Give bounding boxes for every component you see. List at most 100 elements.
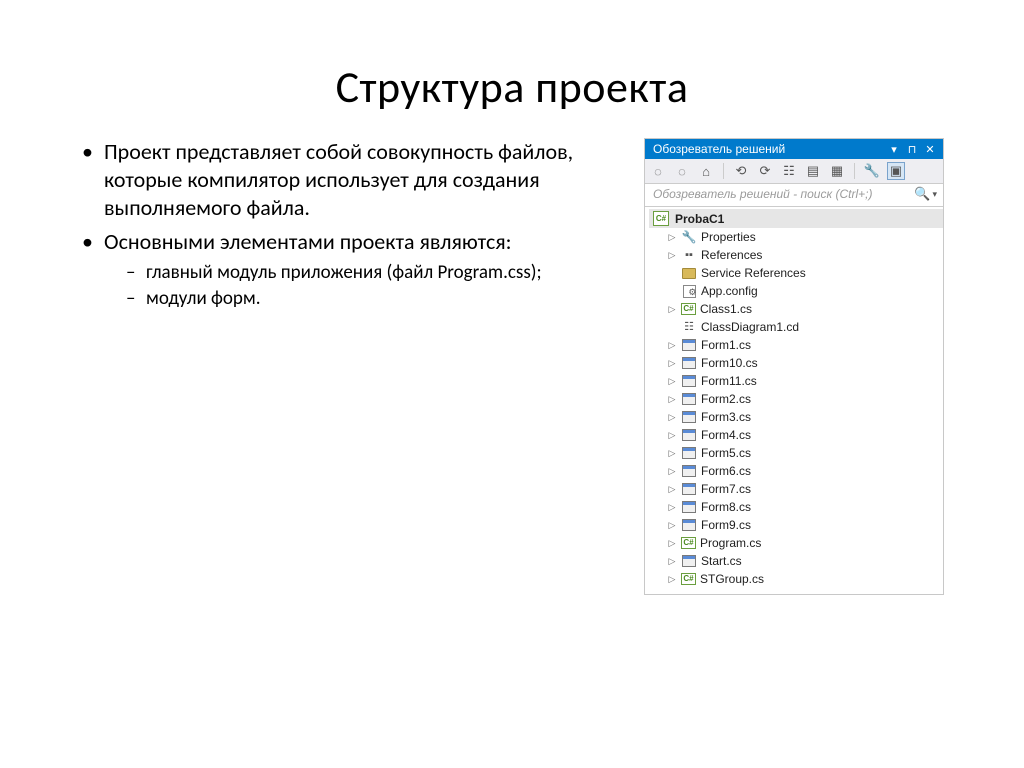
item-label: Start.cs xyxy=(701,553,742,569)
solution-explorer-panel: Обозреватель решений ▾ ⊓ ✕ ◌ ◌ ⌂ ⟲ ⟳ ☷ ▤ xyxy=(644,138,944,595)
chevron-right-icon[interactable]: ▷ xyxy=(667,556,677,566)
cs-file-icon: C# xyxy=(681,573,696,585)
view-icon[interactable]: ▦ xyxy=(828,162,846,180)
item-label: Form7.cs xyxy=(701,481,751,497)
form-icon xyxy=(681,428,697,443)
chevron-right-icon[interactable]: ▷ xyxy=(667,232,677,242)
search-dropdown-icon[interactable]: ▾ xyxy=(932,189,937,200)
tree-item-program[interactable]: ▷ C# Program.cs xyxy=(649,534,943,552)
form-icon xyxy=(681,482,697,497)
sync-icon[interactable]: ⟲ xyxy=(732,162,750,180)
tree-item-service-references[interactable]: Service References xyxy=(649,264,943,282)
project-name: ProbaC1 xyxy=(675,212,724,226)
expander-blank xyxy=(667,268,677,278)
item-label: Form10.cs xyxy=(701,355,758,371)
chevron-right-icon[interactable]: ▷ xyxy=(667,502,677,512)
bullet-1: Проект представляет собой совокупность ф… xyxy=(80,138,634,222)
tree-item-form1[interactable]: ▷ Form1.cs xyxy=(649,336,943,354)
tree-item-stgroup[interactable]: ▷ C# STGroup.cs xyxy=(649,570,943,588)
tree-item-form8[interactable]: ▷ Form8.cs xyxy=(649,498,943,516)
item-label: App.config xyxy=(701,283,758,299)
chevron-right-icon[interactable]: ▷ xyxy=(667,520,677,530)
tree-item-form9[interactable]: ▷ Form9.cs xyxy=(649,516,943,534)
tree-item-start[interactable]: ▷ Start.cs xyxy=(649,552,943,570)
collapse-icon[interactable]: ☷ xyxy=(780,162,798,180)
close-icon[interactable]: ✕ xyxy=(923,142,937,156)
item-label: Properties xyxy=(701,229,756,245)
toolbar-separator xyxy=(854,163,855,179)
tree-item-form6[interactable]: ▷ Form6.cs xyxy=(649,462,943,480)
tree-item-form11[interactable]: ▷ Form11.cs xyxy=(649,372,943,390)
panel-toolbar: ◌ ◌ ⌂ ⟲ ⟳ ☷ ▤ ▦ 🔧 ▣ xyxy=(645,159,943,184)
item-label: Form9.cs xyxy=(701,517,751,533)
chevron-right-icon[interactable]: ▷ xyxy=(667,412,677,422)
item-label: Form11.cs xyxy=(701,373,757,389)
csproj-icon: C# xyxy=(653,211,669,226)
folder-icon xyxy=(681,266,697,281)
item-label: Program.cs xyxy=(700,535,761,551)
chevron-right-icon[interactable]: ▷ xyxy=(667,466,677,476)
chevron-right-icon[interactable]: ▷ xyxy=(667,448,677,458)
item-label: Form3.cs xyxy=(701,409,751,425)
search-placeholder: Обозреватель решений - поиск (Ctrl+;) xyxy=(653,187,910,201)
refresh-icon[interactable]: ⟳ xyxy=(756,162,774,180)
home-icon[interactable]: ⌂ xyxy=(697,162,715,180)
tree-item-form3[interactable]: ▷ Form3.cs xyxy=(649,408,943,426)
form-icon xyxy=(681,410,697,425)
tree-item-class1[interactable]: ▷ C# Class1.cs xyxy=(649,300,943,318)
form-icon xyxy=(681,518,697,533)
text-column: Проект представляет собой совокупность ф… xyxy=(80,138,634,317)
tree-item-form7[interactable]: ▷ Form7.cs xyxy=(649,480,943,498)
cs-file-icon: C# xyxy=(681,537,696,549)
form-icon xyxy=(681,392,697,407)
class-diagram-icon: ☷ xyxy=(681,320,697,335)
project-tree: C# ProbaC1 ▷ 🔧 Properties ▷ ▪▪ Reference… xyxy=(645,207,943,594)
form-icon xyxy=(681,356,697,371)
chevron-right-icon[interactable]: ▷ xyxy=(667,376,677,386)
nav-forward-icon[interactable]: ◌ xyxy=(673,162,691,180)
chevron-right-icon[interactable]: ▷ xyxy=(667,340,677,350)
chevron-right-icon[interactable]: ▷ xyxy=(667,250,677,260)
form-icon xyxy=(681,500,697,515)
chevron-right-icon[interactable]: ▷ xyxy=(667,304,677,314)
dropdown-icon[interactable]: ▾ xyxy=(887,142,901,156)
form-icon xyxy=(681,338,697,353)
project-root[interactable]: C# ProbaC1 xyxy=(649,209,943,228)
tree-item-references[interactable]: ▷ ▪▪ References xyxy=(649,246,943,264)
references-icon: ▪▪ xyxy=(681,248,697,263)
tree-item-properties[interactable]: ▷ 🔧 Properties xyxy=(649,228,943,246)
bullet-2-text: Основными элементами проекта являются: xyxy=(104,228,512,255)
form-icon xyxy=(681,464,697,479)
tree-item-appconfig[interactable]: App.config xyxy=(649,282,943,300)
item-label: Form8.cs xyxy=(701,499,751,515)
preview-icon[interactable]: ▣ xyxy=(887,162,905,180)
panel-title: Обозреватель решений xyxy=(653,142,887,156)
expander-blank xyxy=(667,322,677,332)
chevron-right-icon[interactable]: ▷ xyxy=(667,430,677,440)
cs-file-icon: C# xyxy=(681,303,696,315)
item-label: Form4.cs xyxy=(701,427,751,443)
search-icon[interactable]: 🔍 xyxy=(914,186,930,202)
slide-title: Структура проекта xyxy=(80,60,944,114)
sub-bullet-1: главный модуль приложения (файл Program.… xyxy=(126,261,634,285)
tree-item-form5[interactable]: ▷ Form5.cs xyxy=(649,444,943,462)
chevron-right-icon[interactable]: ▷ xyxy=(667,358,677,368)
properties-icon[interactable]: 🔧 xyxy=(863,162,881,180)
search-bar[interactable]: Обозреватель решений - поиск (Ctrl+;) 🔍 … xyxy=(645,184,943,207)
chevron-right-icon[interactable]: ▷ xyxy=(667,574,677,584)
tree-item-classdiagram[interactable]: ☷ ClassDiagram1.cd xyxy=(649,318,943,336)
tree-item-form10[interactable]: ▷ Form10.cs xyxy=(649,354,943,372)
item-label: Form5.cs xyxy=(701,445,751,461)
show-all-icon[interactable]: ▤ xyxy=(804,162,822,180)
chevron-right-icon[interactable]: ▷ xyxy=(667,394,677,404)
tree-item-form2[interactable]: ▷ Form2.cs xyxy=(649,390,943,408)
item-label: ClassDiagram1.cd xyxy=(701,319,799,335)
config-icon xyxy=(681,284,697,299)
chevron-right-icon[interactable]: ▷ xyxy=(667,538,677,548)
chevron-right-icon[interactable]: ▷ xyxy=(667,484,677,494)
nav-back-icon[interactable]: ◌ xyxy=(649,162,667,180)
expander-blank xyxy=(667,286,677,296)
item-label: Class1.cs xyxy=(700,301,752,317)
tree-item-form4[interactable]: ▷ Form4.cs xyxy=(649,426,943,444)
pin-icon[interactable]: ⊓ xyxy=(905,142,919,156)
